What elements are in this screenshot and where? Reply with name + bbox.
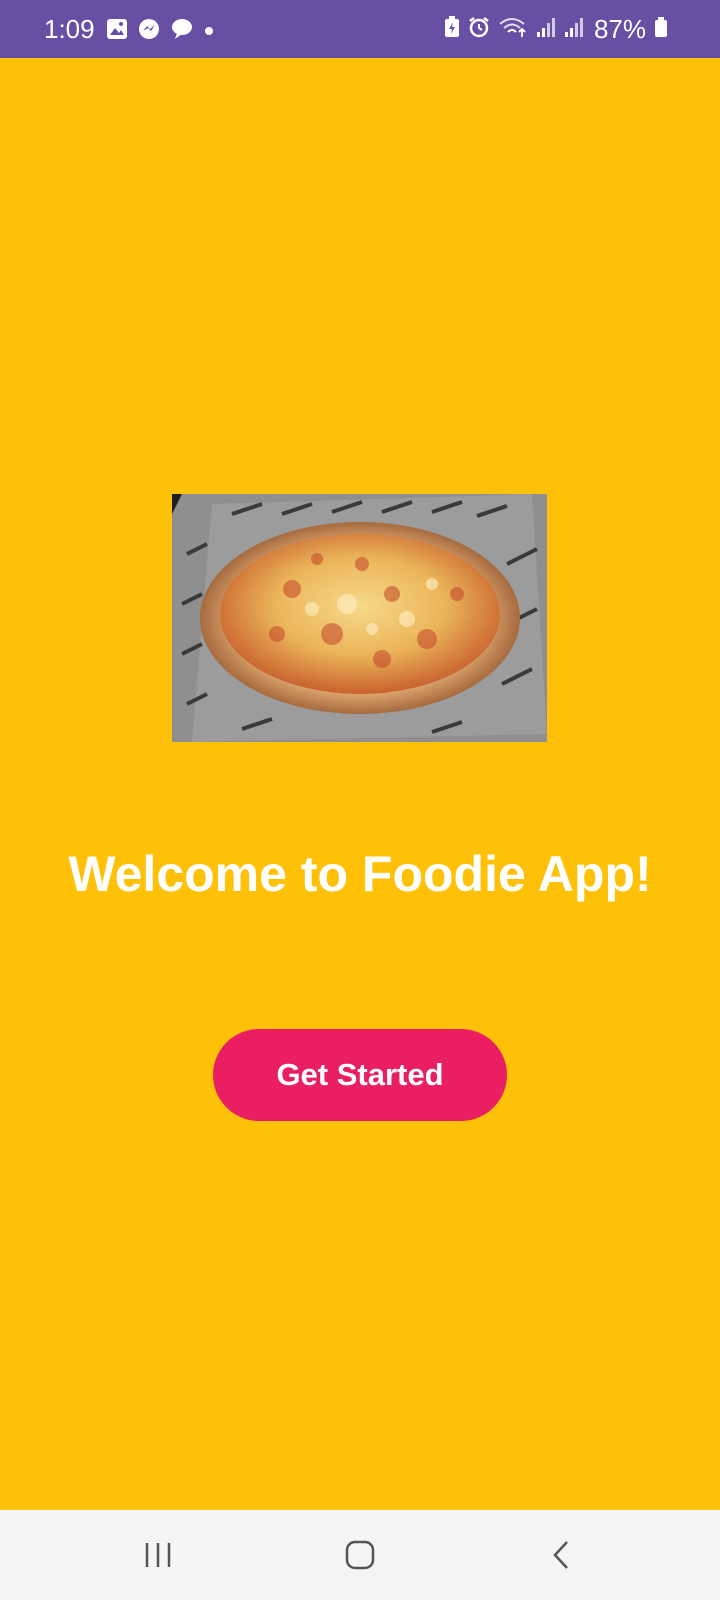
home-icon[interactable]	[330, 1530, 390, 1580]
status-bar: 1:09 87%	[0, 0, 720, 58]
wifi-icon	[498, 16, 528, 43]
status-time: 1:09	[44, 14, 95, 44]
signal-icon	[564, 16, 584, 43]
battery-percentage: 87%	[593, 14, 646, 44]
recent-apps-icon[interactable]	[128, 1530, 188, 1580]
back-icon[interactable]	[532, 1530, 592, 1580]
welcome-screen: Welcome to Foodie App! Get Started	[0, 58, 720, 1510]
navigation-bar	[0, 1510, 720, 1600]
get-started-button[interactable]: Get Started	[213, 1029, 507, 1121]
welcome-title: Welcome to Foodie App!	[68, 846, 652, 902]
messenger-icon	[138, 18, 160, 45]
battery-icon	[654, 16, 668, 43]
dot-icon	[204, 23, 214, 41]
signal-icon	[536, 16, 556, 43]
notification-icons	[106, 18, 214, 45]
alarm-icon	[468, 16, 490, 43]
system-status-icons: 87%	[444, 0, 720, 58]
gallery-icon	[106, 18, 128, 45]
pizza-image	[172, 494, 547, 742]
chat-bubble-icon	[170, 18, 194, 45]
battery-saver-icon	[444, 15, 460, 43]
